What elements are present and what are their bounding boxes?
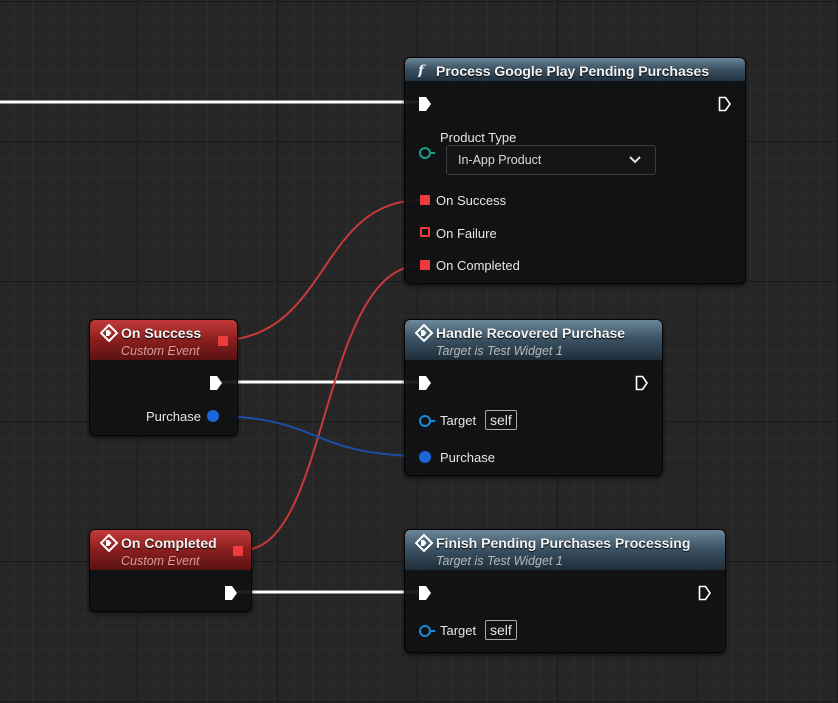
on-failure-output-label: On Failure — [436, 226, 497, 241]
purchase-input-pin[interactable] — [419, 451, 431, 463]
exec-out-pin-icon[interactable] — [635, 375, 649, 391]
function-icon: f — [417, 63, 427, 77]
on-success-delegate-pin[interactable] — [420, 195, 430, 205]
node-title: On Completed — [121, 535, 217, 551]
product-type-pin-tail — [431, 152, 435, 154]
node-handle-recovered-purchase[interactable]: Handle Recovered Purchase Target is Test… — [404, 319, 663, 476]
struct-wire-purchase — [212, 415, 425, 457]
node-title: Finish Pending Purchases Processing — [436, 535, 691, 551]
delegate-wire-on-completed — [242, 264, 423, 551]
product-type-pin[interactable] — [419, 147, 431, 159]
event-diamond-icon — [100, 534, 118, 552]
exec-in-pin-icon[interactable] — [418, 585, 432, 601]
node-title: On Success — [121, 325, 202, 341]
target-pin-tail — [431, 630, 435, 632]
node-subtitle: Target is Test Widget 1 — [436, 554, 563, 568]
event-diamond-icon — [415, 324, 433, 342]
chevron-down-icon — [629, 156, 641, 164]
exec-in-pin-icon[interactable] — [418, 96, 432, 112]
node-title: Process Google Play Pending Purchases — [436, 63, 710, 79]
exec-in-pin-icon[interactable] — [418, 375, 432, 391]
target-self-value: self — [485, 620, 517, 640]
node-subtitle: Target is Test Widget 1 — [436, 344, 563, 358]
node-finish-pending-purchases[interactable]: Finish Pending Purchases Processing Targ… — [404, 529, 726, 653]
target-pin[interactable] — [419, 415, 431, 427]
event-delegate-pin[interactable] — [218, 336, 228, 346]
node-on-success-event[interactable]: On Success Custom Event Purchase — [89, 319, 238, 436]
target-pin-tail — [431, 420, 435, 422]
purchase-struct-pin[interactable] — [207, 410, 219, 422]
product-type-dropdown[interactable]: In-App Product — [446, 145, 656, 175]
target-label: Target — [440, 413, 477, 428]
exec-out-pin-icon[interactable] — [209, 375, 223, 391]
delegate-wire-on-success — [228, 199, 423, 341]
on-completed-delegate-pin[interactable] — [420, 260, 430, 270]
node-title: Handle Recovered Purchase — [436, 325, 626, 341]
node-on-completed-event[interactable]: On Completed Custom Event — [89, 529, 252, 612]
exec-out-pin-icon[interactable] — [224, 585, 238, 601]
on-success-output-label: On Success — [436, 193, 507, 208]
event-diamond-icon — [415, 534, 433, 552]
node-subtitle: Custom Event — [121, 344, 200, 358]
node-process-pending-purchases[interactable]: f Process Google Play Pending Purchases … — [404, 57, 746, 284]
product-type-value: In-App Product — [458, 153, 542, 167]
target-self-value: self — [485, 410, 517, 430]
product-type-label: Product Type — [440, 130, 517, 145]
svg-text:f: f — [417, 63, 427, 77]
exec-out-pin-icon[interactable] — [698, 585, 712, 601]
node-subtitle: Custom Event — [121, 554, 200, 568]
purchase-output-label: Purchase — [146, 409, 201, 424]
on-completed-output-label: On Completed — [436, 258, 520, 273]
target-pin[interactable] — [419, 625, 431, 637]
target-label: Target — [440, 623, 477, 638]
purchase-input-label: Purchase — [440, 450, 495, 465]
event-delegate-pin[interactable] — [233, 546, 243, 556]
exec-out-pin-icon[interactable] — [718, 96, 732, 112]
on-failure-delegate-pin[interactable] — [420, 227, 430, 237]
event-diamond-icon — [100, 324, 118, 342]
